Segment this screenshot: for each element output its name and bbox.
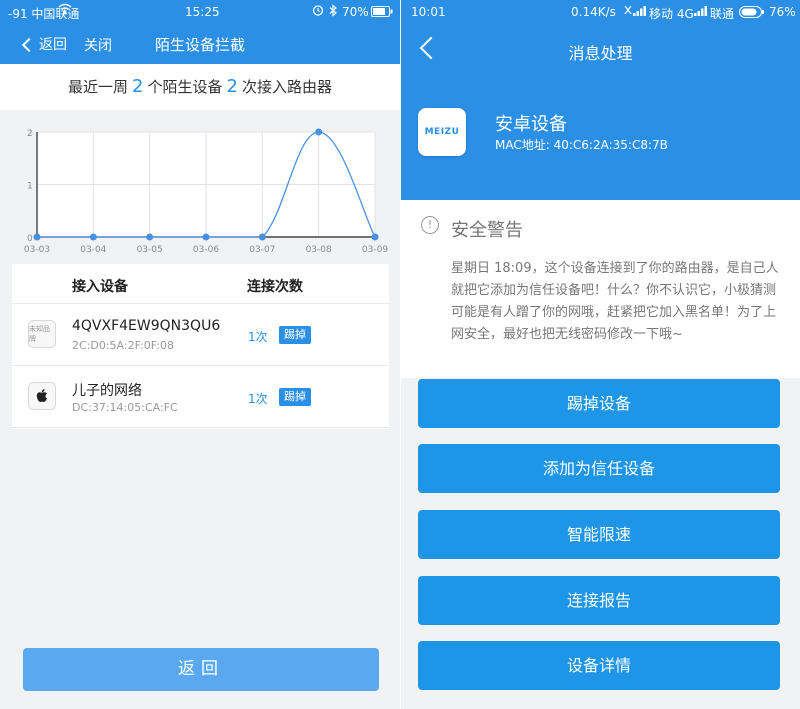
table-row: 儿子的网络 DC:37:14:05:CA:FC 1次 踢掉: [12, 366, 389, 428]
page-title: 消息处理: [568, 44, 633, 63]
meizu-logo: MEIZU: [418, 108, 466, 156]
screenshot: -91 中国联通 15:25 70% 返回 关闭 陌生设备拦截 最近一周 2 个…: [0, 0, 800, 709]
device-count: 2: [132, 76, 144, 97]
warning-text: 星期日 18:09，这个设备连接到了你的路由器，是自己人就把它添加为信任设备吧！…: [451, 261, 779, 342]
col-device-header: 接入设备: [72, 279, 128, 295]
table-header: 接入设备 连接次数: [12, 264, 389, 304]
x-tick-label: 03-03: [24, 245, 50, 255]
connection-report-button[interactable]: 连接报告: [418, 576, 780, 625]
data-point: [33, 233, 41, 241]
battery-icon: [739, 6, 765, 21]
right-screen: 10:01 0.14K/s 移动 4G 联通 76% 消息处理 MEIZU 安卓…: [401, 0, 800, 709]
x-tick-label: 03-06: [193, 245, 219, 255]
device-mac: DC:37:14:05:CA:FC: [72, 401, 178, 414]
line-chart: 0 1 2 03-03 03-04 03-05 03-06 03-07 03-08 03-09: [24, 128, 388, 255]
device-name: 儿子的网络: [72, 383, 142, 399]
data-point: [315, 128, 323, 136]
battery-percent: 76%: [769, 5, 796, 19]
apple-icon: [28, 382, 56, 410]
y-tick-label: 0: [27, 234, 33, 244]
left-nav-bar: 返回 关闭 陌生设备拦截: [0, 26, 400, 64]
device-name: 4QVXF4EW9QN3QU6: [72, 318, 221, 334]
add-trusted-button[interactable]: 添加为信任设备: [418, 444, 780, 493]
device-details-button[interactable]: 设备详情: [418, 641, 780, 690]
x-tick-label: 03-05: [137, 245, 163, 255]
right-status-bar: 10:01 0.14K/s 移动 4G 联通 76%: [401, 0, 800, 24]
signal-icon-2: [694, 5, 708, 19]
carrier-mobile: 移动 4G: [649, 7, 694, 21]
wifi-icon: [58, 3, 72, 18]
warning-title: 安全警告: [451, 220, 523, 241]
status-time: 10:01: [411, 5, 446, 19]
left-screen: -91 中国联通 15:25 70% 返回 关闭 陌生设备拦截 最近一周 2 个…: [0, 0, 400, 709]
table-row: 未知品牌 4QVXF4EW9QN3QU6 2C:D0:5A:2F:0F:08 1…: [12, 304, 389, 366]
weekly-summary: 最近一周 2 个陌生设备 2 次接入路由器: [0, 64, 400, 110]
security-warning: ! 安全警告 星期日 18:09，这个设备连接到了你的路由器，是自己人就把它添加…: [401, 200, 800, 378]
alarm-icon: [312, 4, 324, 19]
page-title: 陌生设备拦截: [154, 36, 245, 54]
right-header: 10:01 0.14K/s 移动 4G 联通 76% 消息处理 MEIZU 安卓…: [401, 0, 800, 200]
kick-button[interactable]: 踢掉: [279, 388, 311, 406]
return-button[interactable]: 返回: [23, 648, 379, 691]
device-table: 接入设备 连接次数 未知品牌 4QVXF4EW9QN3QU6 2C:D0:5A:…: [12, 264, 389, 429]
data-point: [89, 233, 97, 241]
connection-count: 1次: [248, 330, 268, 344]
kick-device-button[interactable]: 踢掉设备: [418, 379, 780, 428]
left-status-bar: -91 中国联通 15:25 70%: [0, 0, 400, 24]
signal-icon: [633, 5, 647, 19]
no-signal-icon: [623, 4, 633, 19]
device-mac: MAC地址: 40:C6:2A:35:C8:7B: [495, 138, 668, 152]
battery-percent: 70%: [342, 5, 369, 19]
bluetooth-icon: [328, 4, 338, 20]
col-count-header: 连接次数: [247, 279, 303, 295]
x-tick-label: 03-04: [80, 245, 106, 255]
x-tick-label: 03-07: [249, 245, 275, 255]
y-tick-label: 2: [27, 129, 33, 139]
access-chart: 0 1 2 03-03 03-04 03-05 03-06 03-07 03-08 03-09: [10, 112, 390, 260]
data-point: [371, 233, 379, 241]
x-tick-label: 03-08: [306, 245, 332, 255]
kick-button[interactable]: 踢掉: [279, 326, 311, 344]
x-tick-label: 03-09: [362, 245, 388, 255]
carrier-unicom: 联通: [710, 7, 735, 21]
y-tick-label: 1: [27, 182, 33, 192]
warning-icon: !: [421, 216, 439, 234]
device-mac: 2C:D0:5A:2F:0F:08: [72, 339, 174, 352]
network-speed: 0.14K/s: [571, 5, 616, 19]
data-point: [146, 233, 154, 241]
left-header: -91 中国联通 15:25 70% 返回 关闭 陌生设备拦截: [0, 0, 400, 64]
connection-count: 1次: [248, 392, 268, 406]
data-point: [258, 233, 266, 241]
unknown-brand-icon: 未知品牌: [28, 320, 56, 348]
device-name: 安卓设备: [495, 114, 567, 135]
data-point: [202, 233, 210, 241]
access-count: 2: [226, 76, 238, 97]
battery-icon: [371, 6, 393, 20]
status-time: 15:25: [185, 5, 220, 19]
speed-limit-button[interactable]: 智能限速: [418, 510, 780, 559]
